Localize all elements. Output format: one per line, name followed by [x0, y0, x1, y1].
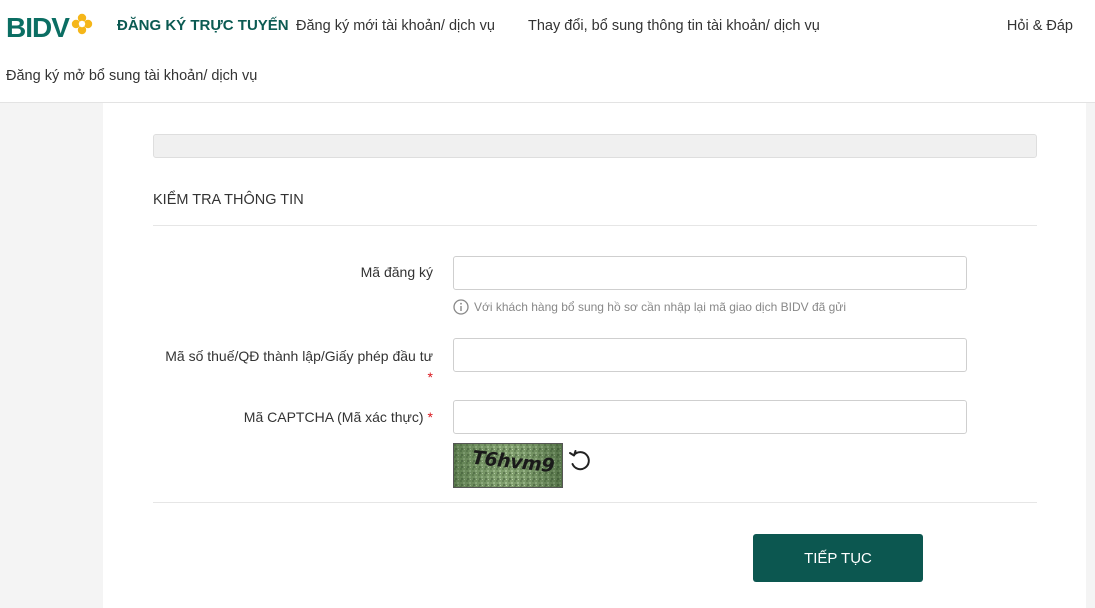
- continue-button[interactable]: TIẾP TỤC: [753, 534, 923, 582]
- section-divider: [153, 225, 1037, 226]
- form-divider: [153, 502, 1037, 503]
- captcha-required-mark: *: [427, 409, 433, 425]
- info-circle-icon: [453, 299, 469, 315]
- nav-item-change-info[interactable]: Thay đổi, bổ sung thông tin tài khoản/ d…: [528, 18, 820, 34]
- refresh-icon[interactable]: [566, 447, 594, 475]
- nav-item-faq[interactable]: Hỏi & Đáp: [1007, 18, 1073, 34]
- form-panel: KIỂM TRA THÔNG TIN Mã đăng ký Với khách …: [103, 103, 1086, 608]
- nav-item-additional-registration[interactable]: Đăng ký mở bổ sung tài khoản/ dịch vụ: [6, 68, 257, 84]
- registration-code-input[interactable]: [453, 256, 967, 290]
- tax-code-label-text: Mã số thuế/QĐ thành lập/Giấy phép đầu tư: [165, 348, 433, 364]
- registration-code-label-text: Mã đăng ký: [360, 264, 433, 280]
- nav-brand-title[interactable]: ĐĂNG KÝ TRỰC TUYẾN: [117, 17, 289, 34]
- top-navigation-bar: BIDV ĐĂNG KÝ TRỰC TUYẾN Đăng ký mới tài …: [0, 0, 1095, 103]
- captcha-input[interactable]: [453, 400, 967, 434]
- tax-code-required-mark: *: [427, 369, 433, 385]
- tax-code-label: Mã số thuế/QĐ thành lập/Giấy phép đầu tư…: [165, 346, 433, 388]
- tax-code-input[interactable]: [453, 338, 967, 372]
- logo-flower-icon: [71, 13, 93, 35]
- progress-bar: [153, 134, 1037, 158]
- bidv-logo[interactable]: BIDV: [6, 10, 93, 46]
- registration-code-label: Mã đăng ký: [361, 264, 433, 280]
- captcha-label-text: Mã CAPTCHA (Mã xác thực): [243, 409, 424, 425]
- captcha-label: Mã CAPTCHA (Mã xác thực) *: [244, 409, 433, 425]
- logo-text: BIDV: [6, 12, 70, 43]
- hint-text: Với khách hàng bổ sung hồ sơ cần nhập lạ…: [474, 300, 846, 314]
- nav-item-new-registration[interactable]: Đăng ký mới tài khoản/ dịch vụ: [296, 18, 495, 34]
- captcha-image: T6hvm9: [453, 443, 563, 488]
- section-title: KIỂM TRA THÔNG TIN: [153, 192, 304, 208]
- registration-code-hint: Với khách hàng bổ sung hồ sơ cần nhập lạ…: [453, 299, 846, 315]
